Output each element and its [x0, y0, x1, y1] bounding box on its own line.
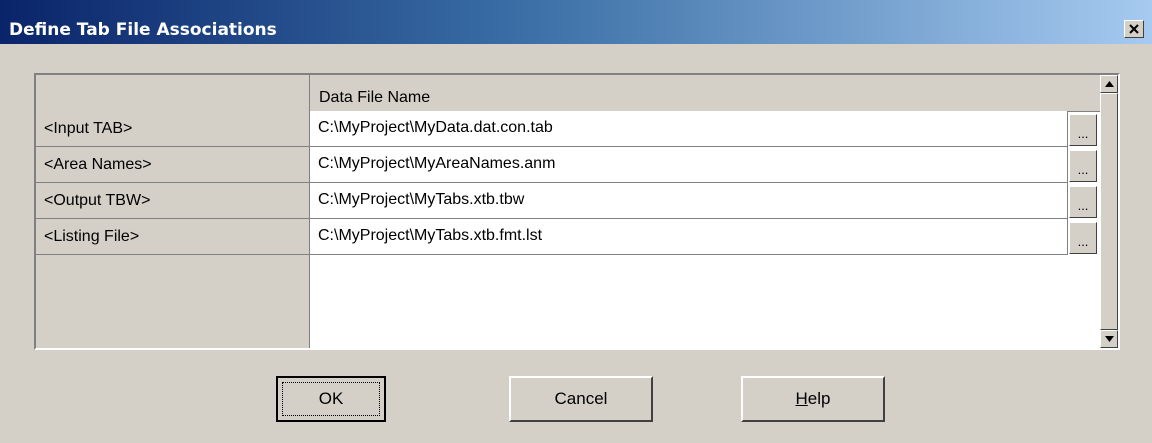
browse-button[interactable]: ... [1069, 150, 1097, 182]
cancel-button[interactable]: Cancel [509, 376, 653, 422]
data-file-cell[interactable]: C:\MyProject\MyAreaNames.anm [310, 147, 1068, 183]
scroll-up-button[interactable] [1100, 75, 1118, 93]
browse-button[interactable]: ... [1069, 222, 1097, 254]
close-button[interactable] [1124, 20, 1144, 38]
row-label: <Input TAB> [44, 120, 133, 137]
arrow-up-icon [1104, 81, 1114, 87]
row-label-cell: <Output TBW> [36, 183, 310, 219]
help-button-label: Help [796, 389, 831, 409]
table-row[interactable]: <Area Names> C:\MyProject\MyAreaNames.an… [36, 147, 1100, 183]
data-file-cell[interactable]: C:\MyProject\MyData.dat.con.tab [310, 111, 1068, 147]
help-button[interactable]: Help [741, 376, 885, 422]
row-label-cell: <Area Names> [36, 147, 310, 183]
data-file-value: C:\MyProject\MyTabs.xtb.tbw [318, 191, 525, 208]
scroll-thumb[interactable] [1100, 93, 1118, 330]
data-file-cell[interactable]: C:\MyProject\MyTabs.xtb.fmt.lst [310, 219, 1068, 255]
browse-button[interactable]: ... [1069, 186, 1097, 218]
scroll-down-button[interactable] [1100, 330, 1118, 348]
table-row[interactable]: <Listing File> C:\MyProject\MyTabs.xtb.f… [36, 219, 1100, 255]
row-label-cell: <Listing File> [36, 219, 310, 255]
file-association-grid[interactable]: Data File Name <Input TAB> C:\MyProject\… [34, 73, 1120, 350]
data-file-value: C:\MyProject\MyData.dat.con.tab [318, 119, 553, 136]
data-file-value: C:\MyProject\MyAreaNames.anm [318, 155, 556, 172]
vertical-scrollbar[interactable] [1100, 75, 1118, 348]
help-label-rest: elp [807, 389, 831, 408]
empty-row-header-area [36, 255, 310, 348]
row-label: <Listing File> [44, 228, 140, 245]
row-label-cell: <Input TAB> [36, 111, 310, 147]
arrow-down-icon [1104, 336, 1114, 342]
data-file-value: C:\MyProject\MyTabs.xtb.fmt.lst [318, 227, 543, 244]
browse-button[interactable]: ... [1069, 114, 1097, 146]
ok-button[interactable]: OK [276, 376, 386, 422]
cancel-button-label: Cancel [554, 389, 608, 408]
grid-header-row: Data File Name [36, 75, 1100, 112]
close-icon [1129, 24, 1139, 34]
window-title: Define Tab File Associations [9, 20, 277, 40]
table-row[interactable]: <Input TAB> C:\MyProject\MyData.dat.con.… [36, 111, 1100, 147]
row-label: <Area Names> [44, 156, 152, 173]
help-mnemonic: H [795, 389, 808, 408]
title-bar[interactable]: Define Tab File Associations [0, 0, 1152, 44]
focus-rectangle [282, 382, 380, 416]
grid-corner-cell [36, 75, 310, 111]
table-row[interactable]: <Output TBW> C:\MyProject\MyTabs.xtb.tbw… [36, 183, 1100, 219]
column-header-data-file-name: Data File Name [319, 89, 431, 106]
row-label: <Output TBW> [44, 192, 151, 209]
data-file-cell[interactable]: C:\MyProject\MyTabs.xtb.tbw [310, 183, 1068, 219]
